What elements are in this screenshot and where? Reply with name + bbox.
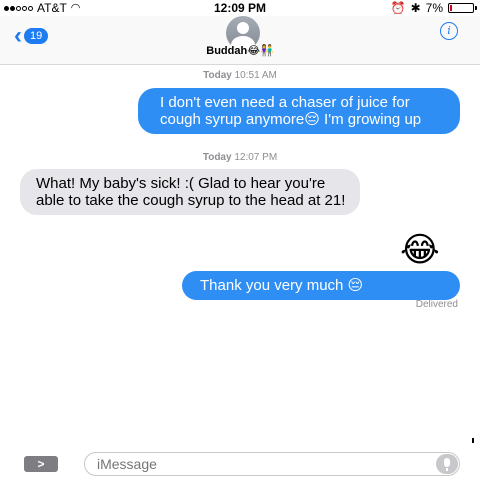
message-input[interactable]: [84, 452, 460, 476]
alarm-icon: ⏰: [390, 1, 406, 15]
timestamp-time: 12:07 PM: [234, 152, 278, 163]
person-silhouette-icon: [237, 22, 249, 34]
microphone-icon: [444, 458, 450, 467]
battery-percent: 7%: [425, 1, 443, 15]
timestamp-time: 10:51 AM: [234, 70, 277, 81]
status-right: ⏰ ✱ 7%: [390, 0, 477, 16]
battery-icon: [448, 3, 477, 13]
expand-apps-button[interactable]: >: [24, 456, 58, 472]
conversation-header: ‹ 19 Buddah😂👫 i: [0, 16, 480, 65]
emoji-message[interactable]: 😂: [400, 232, 440, 268]
timestamp-day: Today: [203, 70, 232, 81]
delivered-status: Delivered: [415, 299, 458, 310]
sent-message-bubble[interactable]: Thank you very much 😔: [182, 271, 460, 300]
bluetooth-icon: ✱: [410, 1, 421, 15]
contact-name[interactable]: Buddah😂👫: [0, 44, 480, 57]
timestamp: Today 12:07 PM: [0, 152, 480, 163]
unread-count-badge: 19: [24, 28, 49, 44]
sent-message-bubble[interactable]: I don't even need a chaser of juice for …: [138, 88, 460, 134]
timestamp-day: Today: [202, 152, 232, 163]
timestamp: Today 10:51 AM: [0, 70, 480, 81]
status-bar: AT&T ◠ 12:09 PM ⏰ ✱ 7%: [0, 0, 480, 16]
scroll-indicator: [472, 438, 474, 443]
received-message-bubble[interactable]: What! My baby's sick! :( Glad to hear yo…: [20, 169, 360, 215]
info-button[interactable]: i: [440, 22, 458, 40]
microphone-button[interactable]: [436, 454, 458, 474]
battery-level: [450, 5, 452, 11]
compose-bar: >: [0, 448, 480, 480]
